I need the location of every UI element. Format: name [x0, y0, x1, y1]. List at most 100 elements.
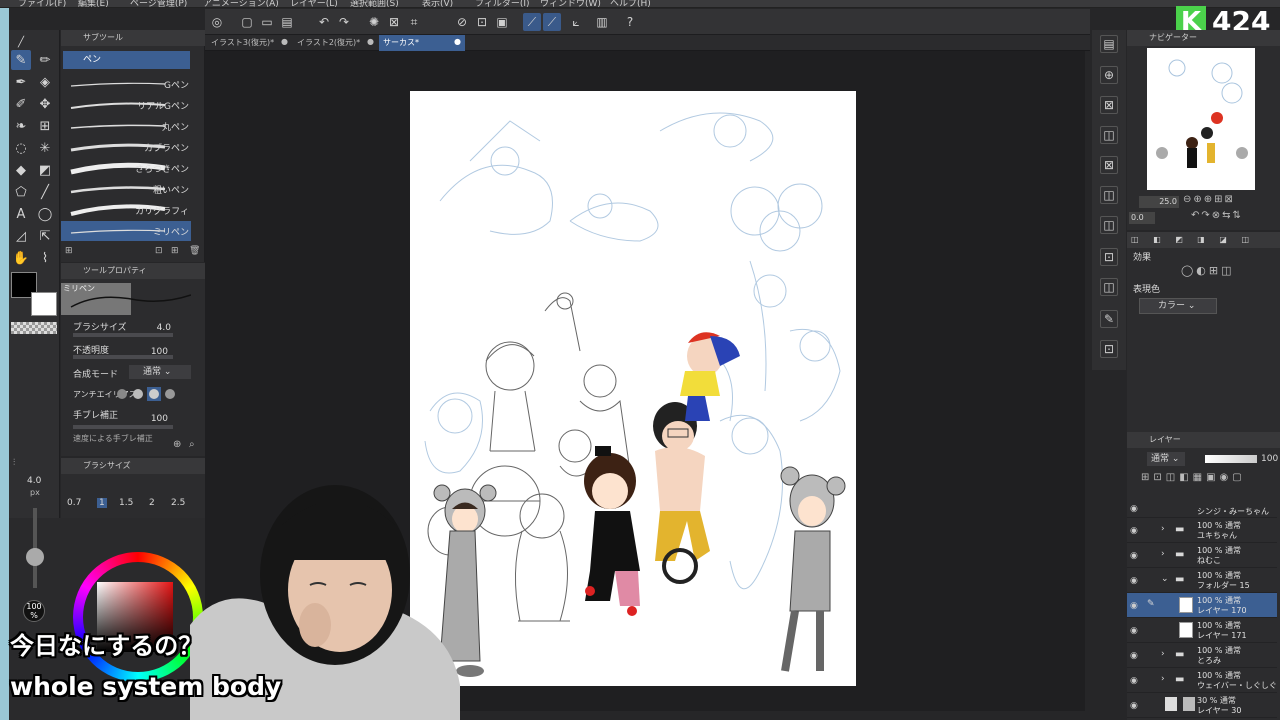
correct-line-icon[interactable]: ⇱ — [35, 226, 55, 246]
undo-icon[interactable]: ↶ — [315, 13, 333, 31]
sub-color-swatch[interactable] — [31, 292, 57, 316]
move-layer-icon[interactable]: ✥ — [35, 94, 55, 114]
tool-property-tab[interactable]: ツールプロパティ — [61, 263, 205, 279]
auto-select-icon[interactable]: ✳ — [35, 138, 55, 158]
preset-2[interactable]: 2 — [149, 498, 155, 508]
snap-ruler-icon[interactable]: ⟋ — [523, 13, 541, 31]
stabilization-value[interactable]: 100 — [146, 414, 168, 424]
layer-toolbar-icons[interactable]: ⊞⊡◫◧▦▣◉▢ — [1141, 472, 1246, 483]
eye-icon[interactable]: ◉ — [1130, 676, 1138, 686]
expand-icon[interactable]: › — [1161, 549, 1165, 559]
app-icon[interactable]: ◎ — [208, 13, 226, 31]
info-panel-icon[interactable]: ◫ — [1100, 216, 1118, 234]
export-icon[interactable]: ⊡ — [1100, 340, 1118, 358]
eye-icon[interactable]: ◉ — [1130, 551, 1138, 561]
brush-item[interactable]: 丸ペン — [61, 116, 191, 136]
preset-1.5[interactable]: 1.5 — [119, 498, 133, 508]
palette-brush-icon[interactable]: ╱ — [11, 32, 31, 52]
rotate-controls-icon[interactable]: ↶↷⊗⇆⇅ — [1191, 210, 1243, 221]
layer-row[interactable]: ◉ ⌄ ▬ 100 % 通常 フォルダー 15 — [1127, 568, 1277, 593]
eye-icon[interactable]: ◉ — [1130, 576, 1138, 586]
menu-window[interactable]: ウィンドウ(W) — [540, 0, 601, 9]
text-tool-icon[interactable]: A — [11, 204, 31, 224]
material-panel-icon[interactable]: ⊠ — [1100, 96, 1118, 114]
navigator-panel-icon[interactable]: ▤ — [1100, 35, 1118, 53]
eye-icon[interactable]: ◉ — [1130, 651, 1138, 661]
menu-layer[interactable]: レイヤー(L) — [290, 0, 338, 9]
expand-icon[interactable]: › — [1161, 524, 1165, 534]
balloon-tool-icon[interactable]: ◯ — [35, 204, 55, 224]
pen-tool-icon[interactable]: ✎ — [11, 50, 31, 70]
menu-animation[interactable]: アニメーション(A) — [203, 0, 279, 9]
menu-view[interactable]: 表示(V) — [422, 0, 453, 9]
layer-row[interactable]: ◉ 30 % 通常 レイヤー 30 — [1127, 693, 1277, 718]
antialias-options[interactable] — [117, 387, 187, 401]
collapse-icon[interactable]: ⌄ — [1161, 574, 1169, 584]
opacity-slider[interactable] — [73, 355, 173, 359]
drawing-canvas[interactable] — [410, 91, 856, 686]
close-tab-icon[interactable]: ● — [454, 37, 461, 46]
layer-tab[interactable]: レイヤー — [1127, 432, 1280, 448]
fill-tool-icon[interactable]: ◆ — [11, 160, 31, 180]
crop-icon[interactable]: ⊡ — [473, 13, 491, 31]
color-opacity[interactable]: 100% — [23, 600, 45, 622]
select-all-icon[interactable]: ▣ — [493, 13, 511, 31]
doc-tab[interactable]: イラスト3(復元)* — [207, 35, 291, 51]
blend-tool-icon[interactable]: ❧ — [11, 116, 31, 136]
brush-size-toggle-icon[interactable]: ⫶ — [13, 458, 15, 468]
transparent-color-swatch[interactable] — [11, 322, 57, 334]
doc-tab[interactable]: イラスト2(復元)* — [293, 35, 377, 51]
brush-item[interactable]: カブラペン — [61, 137, 191, 157]
navigator-thumbnail[interactable] — [1147, 48, 1255, 190]
color-mode-select[interactable]: カラー ⌄ — [1139, 298, 1217, 314]
sub-view-icon[interactable]: ⊕ — [1100, 66, 1118, 84]
history-icon[interactable]: ◫ — [1100, 126, 1118, 144]
blend-mode-select[interactable]: 通常 ⌄ — [129, 365, 191, 379]
menu-help[interactable]: ヘルプ(H) — [610, 0, 651, 9]
hand-tool-icon[interactable]: ✋ — [11, 248, 31, 268]
eye-icon[interactable]: ◉ — [1130, 701, 1138, 711]
material-icon[interactable]: ▥ — [593, 13, 611, 31]
brush-item[interactable]: カリグラフィ — [61, 200, 191, 220]
expand-icon[interactable]: › — [1161, 649, 1165, 659]
property-search-icon[interactable]: ⌕ — [189, 439, 195, 450]
layer-row[interactable]: ◉ › ▬ 100 % 通常 ウェイバー・しぐしぐ — [1127, 668, 1277, 693]
stabilization-slider[interactable] — [73, 425, 173, 429]
layer-opacity-slider[interactable] — [1205, 455, 1257, 463]
layer-row[interactable]: ◉ › ▬ 100 % 通常 ねむこ — [1127, 543, 1277, 568]
zoom-value[interactable]: 25.0 — [1139, 196, 1179, 208]
brush-size-value[interactable]: 4.0 — [151, 323, 171, 333]
layer-row-selected[interactable]: ◉ ✎ 100 % 通常 レイヤー 170 — [1127, 593, 1277, 618]
subtool-add-icon[interactable]: ⊞ — [171, 246, 179, 256]
eye-icon[interactable]: ◉ — [1130, 526, 1138, 536]
item-bank-icon[interactable]: ◫ — [1100, 186, 1118, 204]
layer-row[interactable]: ◉ シンジ・みーちゃん — [1127, 504, 1277, 518]
open-folder-icon[interactable]: ▭ — [258, 13, 276, 31]
figure-tool-icon[interactable]: ⬠ — [11, 182, 31, 202]
menu-filter[interactable]: フィルター(I) — [475, 0, 530, 9]
eye-icon[interactable]: ◉ — [1130, 601, 1138, 611]
lasso-tool-icon[interactable]: ◌ — [11, 138, 31, 158]
expand-icon[interactable]: › — [1161, 674, 1165, 684]
layer-edit-icon[interactable]: ✎ — [1100, 310, 1118, 328]
preset-0.7[interactable]: 0.7 — [67, 498, 81, 508]
eye-icon[interactable]: ◉ — [1130, 626, 1138, 636]
doc-tab-active[interactable]: サーカス* — [379, 35, 465, 51]
menu-edit[interactable]: 編集(E) — [78, 0, 109, 9]
brush-item[interactable]: 粗いペン — [61, 179, 191, 199]
preset-1[interactable]: 1 — [97, 498, 107, 508]
eraser-tool-icon[interactable]: ◈ — [35, 72, 55, 92]
decoration-tool-icon[interactable]: ✐ — [11, 94, 31, 114]
layer-opacity-value[interactable]: 100 — [1261, 454, 1278, 464]
property-settings-icon[interactable]: ⊕ — [173, 439, 181, 450]
clear-icon[interactable]: ⊠ — [385, 13, 403, 31]
loading-icon[interactable]: ✺ — [365, 13, 383, 31]
eyedropper-tool-icon[interactable]: ⌇ — [35, 248, 55, 268]
size-slider-knob[interactable] — [26, 548, 44, 566]
gradient-tool-icon[interactable]: ◩ — [35, 160, 55, 180]
close-tab-icon[interactable]: ● — [281, 37, 288, 46]
new-file-icon[interactable]: ▢ — [238, 13, 256, 31]
subtool-copy-icon[interactable]: ⊡ — [155, 246, 163, 256]
eye-icon[interactable]: ◉ — [1130, 504, 1138, 514]
line-tool-icon[interactable]: ╱ — [35, 182, 55, 202]
